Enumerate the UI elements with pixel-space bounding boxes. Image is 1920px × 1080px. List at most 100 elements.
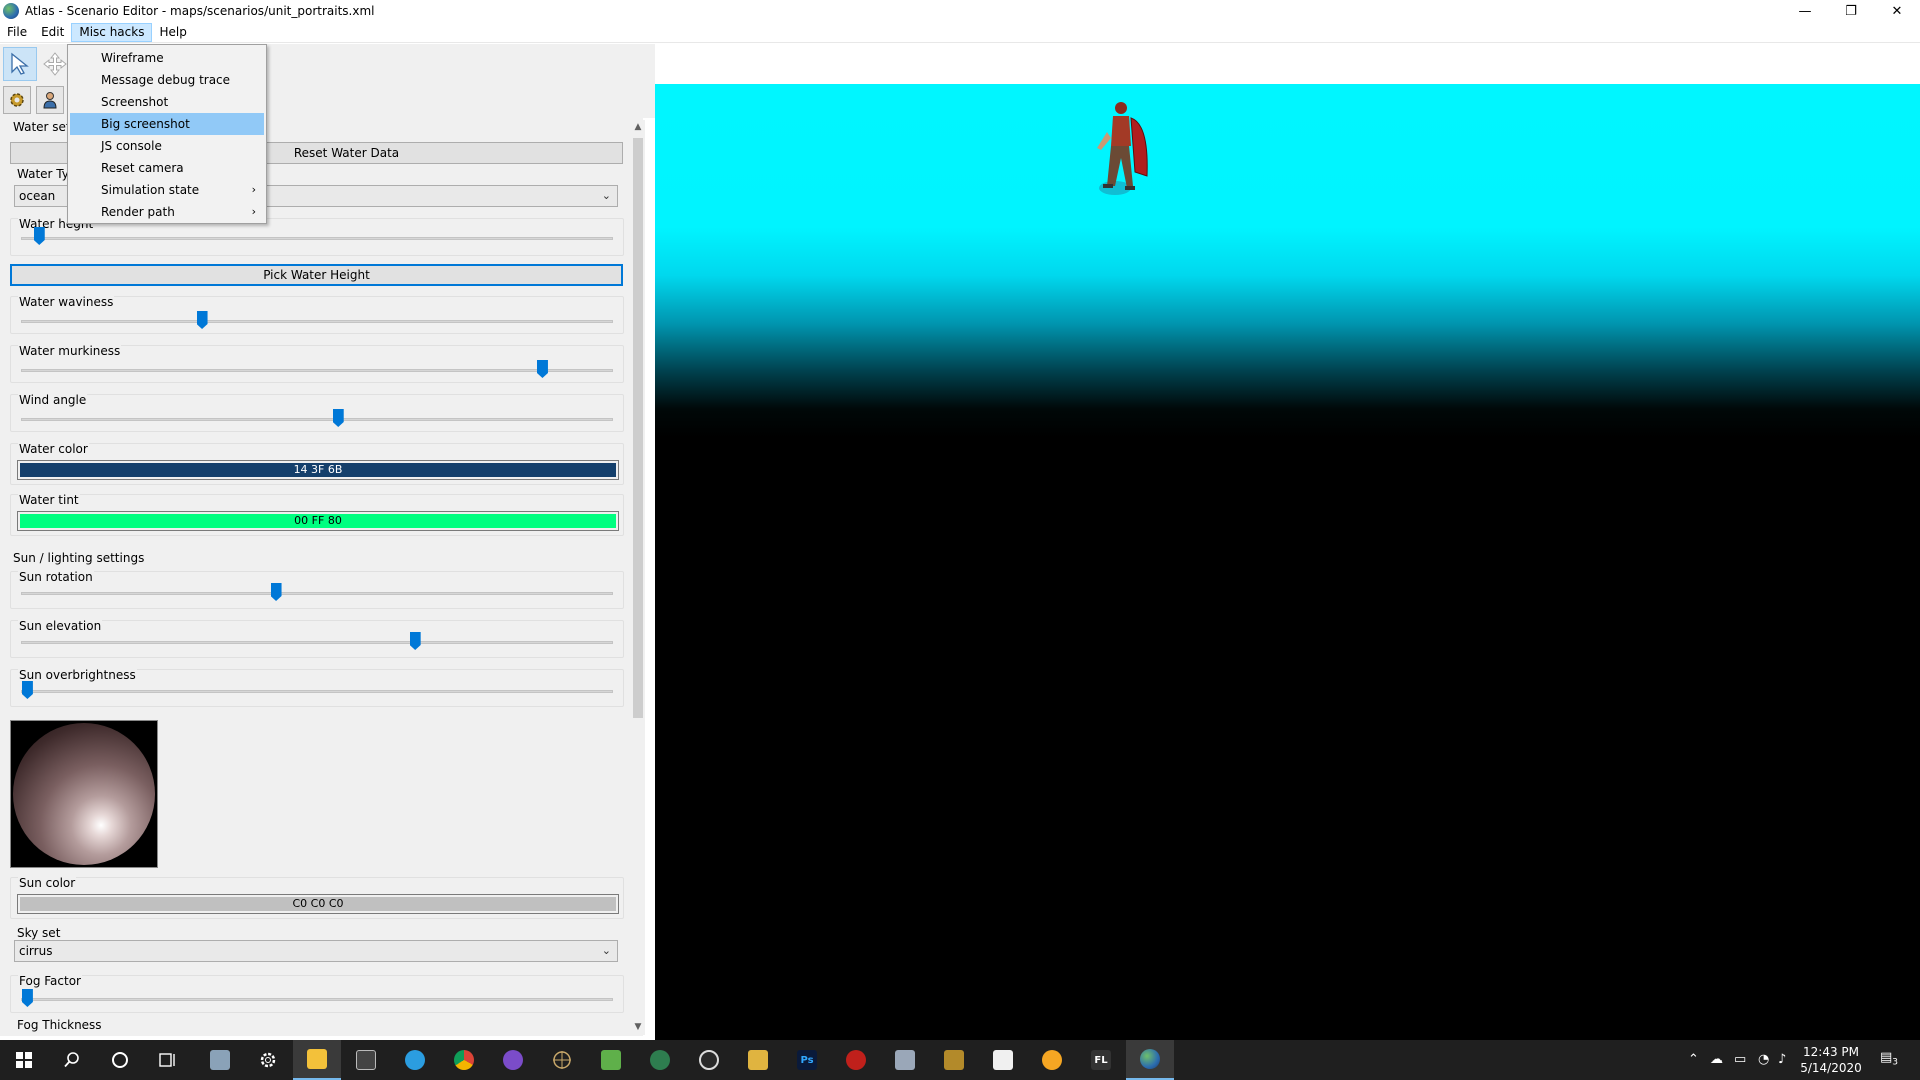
- taskbar-app-pencil[interactable]: [734, 1040, 782, 1080]
- minimize-button[interactable]: —: [1782, 0, 1828, 22]
- volume-icon[interactable]: ♪: [1778, 1052, 1786, 1067]
- menu-misc-hacks[interactable]: Misc hacks: [71, 22, 153, 42]
- taskbar-app-toolbox[interactable]: [930, 1040, 978, 1080]
- restore-button[interactable]: ❐: [1828, 0, 1874, 22]
- menu-item-render-path[interactable]: Render path ›: [70, 201, 264, 223]
- notification-count: 3: [1892, 1057, 1899, 1068]
- close-button[interactable]: ✕: [1874, 0, 1920, 22]
- taskbar-atlas-editor[interactable]: [1126, 1040, 1174, 1080]
- sun-rotation-slider[interactable]: [270, 583, 282, 601]
- water-tint-label: Water tint: [18, 493, 80, 507]
- water-color-swatch[interactable]: 14 3F 6B: [17, 460, 619, 480]
- select-tool-button[interactable]: [3, 47, 37, 81]
- taskbar-calculator[interactable]: [342, 1040, 390, 1080]
- scenario-3d-viewport[interactable]: [655, 84, 1920, 1040]
- atlas-app-icon: [3, 3, 19, 19]
- menu-item-message-debug-trace[interactable]: Message debug trace: [70, 69, 264, 91]
- search-button[interactable]: [48, 1040, 96, 1080]
- water-waviness-slider[interactable]: [196, 311, 208, 329]
- water-waviness-label: Water waviness: [18, 295, 115, 309]
- taskbar-app-sun[interactable]: [1028, 1040, 1076, 1080]
- cursor-arrow-icon: [11, 52, 29, 75]
- menu-help[interactable]: Help: [152, 23, 193, 42]
- fog-factor-slider[interactable]: [21, 989, 33, 1007]
- menu-bar: File Edit Misc hacks Help: [0, 22, 1920, 43]
- menu-item-big-screenshot[interactable]: Big screenshot: [70, 113, 264, 135]
- wifi-icon[interactable]: ◔: [1758, 1052, 1769, 1067]
- render-path-label: Render path: [101, 205, 175, 219]
- task-view-button[interactable]: [144, 1040, 192, 1080]
- show-hidden-icons[interactable]: ⌃: [1688, 1052, 1699, 1067]
- clock-date: 5/14/2020: [1800, 1061, 1862, 1075]
- water-color-label: Water color: [18, 442, 89, 456]
- taskbar-app-crosshair[interactable]: [538, 1040, 586, 1080]
- onedrive-cloud-icon[interactable]: ☁: [1710, 1052, 1723, 1067]
- sun-elevation-track: [21, 641, 613, 644]
- taskbar-chrome[interactable]: [440, 1040, 488, 1080]
- water-height-slider[interactable]: [33, 227, 45, 245]
- system-clock[interactable]: 12:43 PM 5/14/2020: [1796, 1044, 1866, 1076]
- sky-set-label: Sky set: [17, 926, 61, 940]
- sun-elevation-slider[interactable]: [409, 632, 421, 650]
- menu-item-wireframe[interactable]: Wireframe: [70, 47, 264, 69]
- taskbar-app-notepad[interactable]: [587, 1040, 635, 1080]
- taskbar-store[interactable]: [979, 1040, 1027, 1080]
- chevron-down-icon: ⌄: [601, 944, 611, 957]
- settings-scrollbar[interactable]: ▲ ▼: [631, 120, 645, 1035]
- sun-rotation-group: Sun rotation: [10, 570, 624, 609]
- warrior-unit-model[interactable]: [1085, 96, 1165, 206]
- menu-item-simulation-state[interactable]: Simulation state ›: [70, 179, 264, 201]
- sun-color-group: Sun color C0 C0 C0: [10, 876, 624, 919]
- wind-angle-slider[interactable]: [332, 409, 344, 427]
- taskbar-app-red[interactable]: [832, 1040, 880, 1080]
- photoshop-icon: Ps: [797, 1050, 817, 1070]
- taskbar-app-cube[interactable]: [881, 1040, 929, 1080]
- sun-color-swatch[interactable]: C0 C0 C0: [17, 894, 619, 914]
- globe-icon: [650, 1050, 670, 1070]
- menu-edit[interactable]: Edit: [34, 23, 71, 42]
- sun-overbrightness-slider[interactable]: [21, 681, 33, 699]
- actor-viewer-button[interactable]: [36, 86, 64, 114]
- crosshair-icon: [553, 1051, 571, 1069]
- action-center-icon[interactable]: ▤3: [1880, 1050, 1898, 1068]
- menu-item-reset-camera[interactable]: Reset camera: [70, 157, 264, 179]
- obs-icon: [699, 1050, 719, 1070]
- battery-icon[interactable]: ▭: [1734, 1052, 1746, 1067]
- windows-taskbar: Ps FL ⌃ ☁ ▭ ◔ ♪ 12:43 PM 5/14/2020 ▤3: [0, 1040, 1920, 1080]
- water-tint-swatch[interactable]: 00 FF 80: [17, 511, 619, 531]
- start-button[interactable]: [0, 1040, 48, 1080]
- scroll-up-icon[interactable]: ▲: [631, 120, 645, 134]
- scroll-down-icon[interactable]: ▼: [631, 1020, 645, 1034]
- sun-overbrightness-group: Sun overbrightness: [10, 668, 624, 707]
- taskbar-app-1[interactable]: [196, 1040, 244, 1080]
- pencil-icon: [748, 1050, 768, 1070]
- water-murkiness-slider[interactable]: [536, 360, 548, 378]
- fog-thickness-label: Fog Thickness: [17, 1018, 102, 1032]
- wind-angle-group: Wind angle: [10, 393, 624, 432]
- cortana-button[interactable]: [96, 1040, 144, 1080]
- taskbar-settings[interactable]: [244, 1040, 292, 1080]
- taskbar-fl-studio[interactable]: FL: [1077, 1040, 1125, 1080]
- menu-file[interactable]: File: [0, 23, 34, 42]
- simulation-state-label: Simulation state: [101, 183, 200, 197]
- wind-angle-label: Wind angle: [18, 393, 88, 407]
- edge-browser-icon: [405, 1050, 425, 1070]
- taskbar-obs[interactable]: [685, 1040, 733, 1080]
- sky-set-select[interactable]: cirrus ⌄: [14, 940, 618, 962]
- taskbar-edge[interactable]: [391, 1040, 439, 1080]
- sun-rotation-track: [21, 592, 613, 595]
- fog-factor-group: Fog Factor: [10, 974, 624, 1013]
- taskbar-app-purple[interactable]: [489, 1040, 537, 1080]
- water-height-track: [21, 237, 613, 240]
- move-arrows-icon: [43, 52, 67, 76]
- computer-icon: [210, 1050, 230, 1070]
- menu-item-screenshot[interactable]: Screenshot: [70, 91, 264, 113]
- taskbar-photoshop[interactable]: Ps: [783, 1040, 831, 1080]
- scrollbar-thumb[interactable]: [633, 138, 643, 718]
- environment-settings-button[interactable]: [3, 86, 31, 114]
- taskbar-app-globe[interactable]: [636, 1040, 684, 1080]
- taskbar-file-explorer[interactable]: [293, 1040, 341, 1080]
- water-waviness-group: Water waviness: [10, 295, 624, 334]
- menu-item-js-console[interactable]: JS console: [70, 135, 264, 157]
- pick-water-height-button[interactable]: Pick Water Height: [10, 264, 623, 286]
